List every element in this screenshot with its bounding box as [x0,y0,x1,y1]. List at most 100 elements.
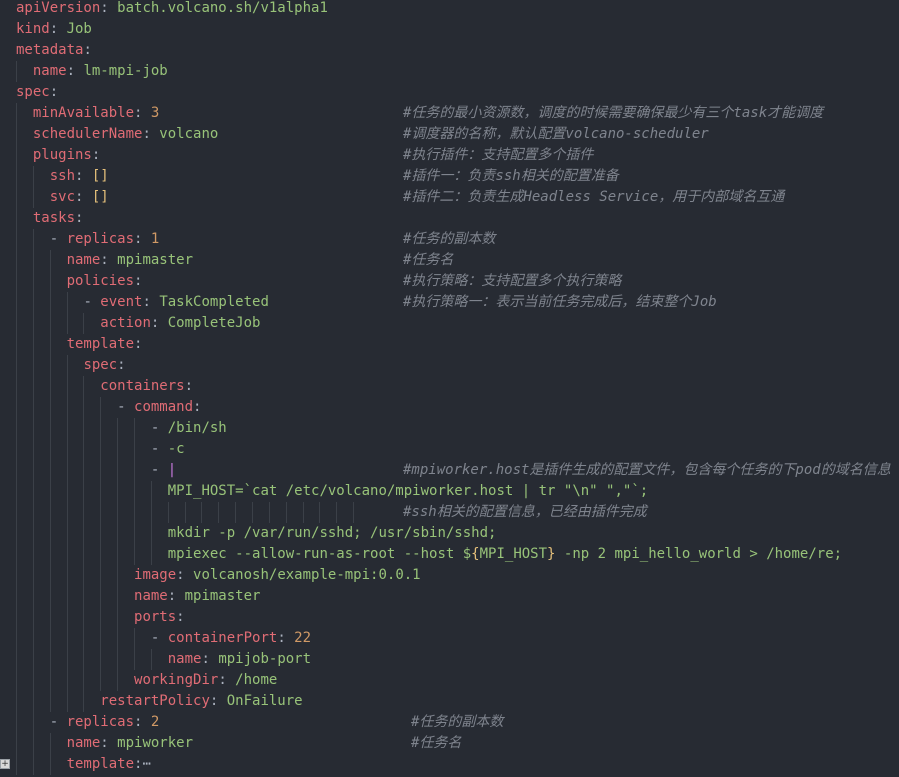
indent-guide [16,565,17,586]
indent-guide [32,271,34,292]
code-token: mkdir -p /var/run/sshd; /usr/sbin/sshd; [167,525,497,541]
code-line: #ssh相关的配置信息，已经由插件完成 [0,502,899,523]
code-token: ports [134,609,177,625]
code-line: mpiexec --allow-run-as-root --host ${MPI… [0,544,899,565]
indent-guide [32,376,34,397]
indent-guide [32,502,34,523]
indent-guide [49,733,51,754]
indent-guide [32,166,34,187]
code-token: lm-mpi-job [83,63,168,79]
code-token: : [176,567,194,583]
code-text: action: CompleteJob [100,313,260,334]
code-token: minAvailable [32,105,135,121]
indent-guide [16,208,17,229]
indent-guide [16,649,17,670]
indent-guide [49,376,51,397]
code-text: apiVersion: batch.volcano.sh/v1alpha1 [16,0,328,19]
indent-guide [32,292,34,313]
code-text: MPI_HOST=`cat /etc/volcano/mpiworker.hos… [168,481,648,502]
indent-guide [66,544,68,565]
code-token: name [66,735,101,751]
code-token: : [150,315,168,331]
indent-guide [150,649,152,670]
code-token: : [193,399,202,415]
indent-guide [66,691,68,712]
code-text: workingDir: /home [134,670,277,691]
code-line: spec: [0,82,899,103]
indent-guide [32,481,34,502]
indent-guide [150,544,152,565]
yaml-editor[interactable]: apiVersion: batch.volcano.sh/v1alpha1 kin… [0,0,899,777]
indent-guide [49,523,51,544]
code-comment: #ssh相关的配置信息，已经由插件完成 [403,504,647,520]
indent-guide [32,187,34,208]
code-token: action [100,315,151,331]
code-token: apiVersion [16,0,101,16]
code-token: { [471,546,480,562]
indent-guide [16,250,17,271]
code-line: - replicas: 1 #任务的副本数 [0,229,899,250]
indent-guide [83,565,85,586]
indent-guide [268,502,270,523]
indent-guide [49,502,51,523]
code-token: restartPolicy [100,693,210,709]
code-token: ssh [49,168,76,184]
indent-guide [16,439,17,460]
code-text: - replicas: 2 [50,712,160,733]
indent-guide [83,607,85,628]
code-text: spec: [16,82,58,103]
code-token: : [100,0,118,16]
indent-guide [16,355,17,376]
fold-toggle-icon[interactable]: + [0,759,10,769]
code-text: name: mpiworker [67,733,193,754]
indent-guide [66,649,68,670]
code-text: tasks: [33,208,84,229]
indent-guide [16,607,17,628]
indent-guide [16,292,17,313]
indent-guide [100,586,102,607]
code-token: containerPort [167,630,278,646]
indent-guide [100,670,102,691]
indent-guide [66,355,68,376]
indent-guide [117,670,119,691]
code-token: template [66,756,135,772]
indent-guide [32,229,34,250]
indent-guide [32,334,34,355]
indent-guide [16,712,17,733]
code-token: : [209,693,227,709]
code-token: volcano [159,126,219,142]
indent-guide [117,565,119,586]
indent-guide [32,754,34,775]
code-token: policies [66,273,135,289]
code-line: - event: TaskCompleted #执行策略一：表示当前任务完成后，结… [0,292,899,313]
code-token: : [134,231,151,247]
indent-guide [134,649,136,670]
code-token: - [49,714,67,730]
code-line: mkdir -p /var/run/sshd; /usr/sbin/sshd; [0,523,899,544]
code-token: : [75,168,92,184]
indent-guide [16,628,17,649]
indent-guide [83,460,85,481]
code-line: name: mpijob-port [0,649,899,670]
indent-guide [16,145,17,166]
indent-guide [49,649,51,670]
code-token: mpimaster [117,252,194,268]
indent-guide [66,565,68,586]
indent-guide [32,397,34,418]
indent-guide [32,628,34,649]
indent-guide [49,313,51,334]
code-token: : [100,252,118,268]
indent-guide [150,481,152,502]
indent-guide [49,586,51,607]
indent-guide [49,481,51,502]
indent-guide [100,418,102,439]
code-token: kind [16,21,50,37]
code-token: metadata [16,42,84,58]
indent-guide [117,649,119,670]
code-token: TaskCompleted [159,294,269,310]
indent-guide [16,502,17,523]
code-text: template:⋯ [67,754,151,775]
code-token: svc [49,189,76,205]
code-token: name [134,588,168,604]
indent-guide [49,754,51,775]
